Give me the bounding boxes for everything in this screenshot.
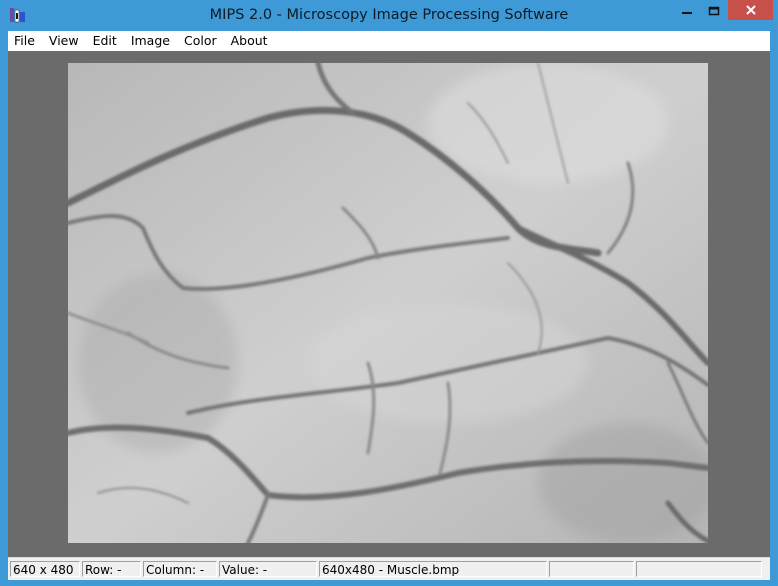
menu-file[interactable]: File [8,31,42,51]
title-bar[interactable]: MIPS 2.0 - Microscopy Image Processing S… [0,0,778,31]
app-window: MIPS 2.0 - Microscopy Image Processing S… [0,0,778,586]
menu-about[interactable]: About [224,31,275,51]
window-title: MIPS 2.0 - Microscopy Image Processing S… [209,7,569,23]
minimize-icon [682,12,692,14]
menu-view[interactable]: View [42,31,86,51]
menu-color[interactable]: Color [177,31,224,51]
status-bar: 640 x 480 Row: - Column: - Value: - 640x… [8,557,770,580]
maximize-icon [708,6,720,16]
muscle-tissue-image [68,63,708,543]
close-button[interactable] [728,0,773,20]
menu-image[interactable]: Image [124,31,177,51]
menu-bar: File View Edit Image Color About [8,31,770,51]
menu-edit[interactable]: Edit [86,31,124,51]
status-panel-extra2 [636,561,762,577]
microscopy-image[interactable] [68,63,708,543]
maximize-button[interactable] [701,0,727,22]
workspace [8,51,770,557]
status-dimensions: 640 x 480 [10,561,80,577]
minimize-button[interactable] [674,0,700,22]
status-column: Column: - [143,561,217,577]
status-value: Value: - [219,561,317,577]
status-row: Row: - [82,561,141,577]
status-panel-extra1 [549,561,634,577]
status-file: 640x480 - Muscle.bmp [319,561,547,577]
close-icon [745,5,756,15]
